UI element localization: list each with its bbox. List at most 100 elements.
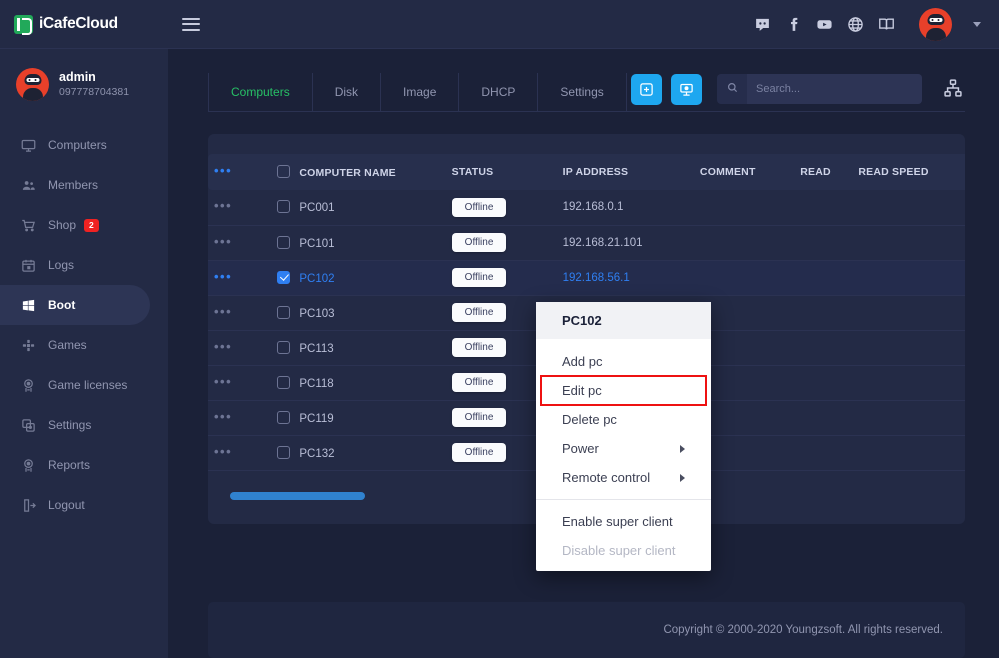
context-menu-item-remote-control[interactable]: Remote control [536, 463, 711, 492]
row-actions[interactable]: ••• [208, 260, 272, 296]
youtube-icon[interactable] [816, 16, 833, 33]
chevron-down-icon[interactable] [973, 21, 981, 27]
table-row[interactable]: ••• PC102 Offline 192.168.56.1 [208, 260, 965, 296]
header-actions[interactable]: ••• [208, 154, 272, 190]
header-status[interactable]: STATUS [445, 154, 557, 190]
scrollbar-thumb[interactable] [230, 492, 365, 500]
cell-status: Offline [445, 260, 557, 296]
row-dots-icon[interactable]: ••• [214, 305, 232, 318]
brand[interactable]: iCafeCloud [0, 0, 168, 49]
cell-computer-name[interactable]: PC118 [271, 365, 446, 401]
cell-computer-name[interactable]: PC119 [271, 400, 446, 436]
row-dots-icon[interactable]: ••• [214, 199, 232, 212]
context-menu-item-edit-pc[interactable]: Edit pc [540, 375, 707, 406]
topbar-avatar[interactable] [919, 7, 952, 41]
row-checkbox[interactable] [277, 305, 291, 319]
cell-read [794, 365, 853, 401]
row-dots-icon[interactable]: ••• [214, 340, 232, 353]
context-menu-item-label: Disable super client [562, 543, 676, 558]
sidebar-item-logs[interactable]: Logs [0, 245, 168, 285]
row-actions[interactable]: ••• [208, 295, 272, 331]
cell-computer-name[interactable]: PC101 [271, 225, 446, 261]
hamburger-icon[interactable] [182, 14, 200, 34]
sitemap-icon[interactable] [943, 78, 965, 100]
submenu-arrow-icon [680, 473, 685, 482]
tab-disk[interactable]: Disk [313, 73, 382, 111]
cell-computer-name[interactable]: PC103 [271, 295, 446, 331]
sidebar-item-label: Shop [48, 218, 77, 232]
sidebar-item-settings[interactable]: Settings [0, 405, 168, 445]
search-box[interactable] [717, 74, 922, 104]
row-actions[interactable]: ••• [208, 400, 272, 436]
topbar-right [754, 7, 981, 41]
row-dots-icon[interactable]: ••• [214, 410, 232, 423]
copy-settings-icon [20, 417, 36, 433]
cell-ip-address[interactable]: 192.168.56.1 [556, 260, 694, 296]
search-input[interactable] [747, 74, 922, 104]
context-menu-item-delete-pc[interactable]: Delete pc [536, 405, 711, 434]
sidebar-item-members[interactable]: Members [0, 165, 168, 205]
row-actions[interactable]: ••• [208, 330, 272, 366]
table-row[interactable]: ••• PC101 Offline 192.168.21.101 [208, 225, 965, 261]
row-checkbox[interactable] [277, 445, 291, 459]
row-dots-icon[interactable]: ••• [214, 375, 232, 388]
header-dots-icon[interactable]: ••• [214, 164, 232, 177]
add-computer-icon[interactable] [671, 73, 702, 105]
cell-computer-name[interactable]: PC102 [271, 260, 446, 296]
tab-settings[interactable]: Settings [538, 73, 627, 111]
header-comment[interactable]: COMMENT [693, 154, 795, 190]
book-icon[interactable] [878, 16, 895, 33]
row-dots-icon[interactable]: ••• [214, 445, 232, 458]
sidebar-item-computers[interactable]: Computers [0, 125, 168, 165]
facebook-icon[interactable] [785, 16, 802, 33]
cell-computer-name[interactable]: PC132 [271, 435, 446, 471]
row-checkbox[interactable] [277, 235, 291, 249]
select-all-checkbox[interactable] [277, 165, 291, 178]
row-checkbox[interactable] [277, 375, 291, 389]
header-write[interactable]: WRITE [963, 154, 965, 190]
row-dots-icon[interactable]: ••• [214, 235, 232, 248]
row-checkbox[interactable] [277, 270, 291, 284]
row-checkbox[interactable] [277, 410, 291, 424]
context-menu-item-power[interactable]: Power [536, 434, 711, 463]
tab-dhcp[interactable]: DHCP [459, 73, 539, 111]
add-square-icon[interactable] [631, 73, 662, 105]
cell-ip-address[interactable]: 192.168.0.1 [556, 190, 694, 226]
header-computer-name[interactable]: COMPUTER NAME [271, 154, 446, 190]
cell-read [794, 225, 853, 261]
computer-name-text: PC132 [299, 447, 335, 460]
footer: Copyright © 2000-2020 Youngzsoft. All ri… [208, 602, 965, 658]
cell-computer-name[interactable]: PC001 [271, 190, 446, 226]
row-checkbox[interactable] [277, 340, 291, 354]
header-read[interactable]: READ [794, 154, 853, 190]
context-menu-item-enable-super-client[interactable]: Enable super client [536, 507, 711, 536]
row-actions[interactable]: ••• [208, 435, 272, 471]
row-dots-icon[interactable]: ••• [214, 270, 232, 283]
row-actions[interactable]: ••• [208, 225, 272, 261]
sidebar-item-shop[interactable]: Shop 2 [0, 205, 168, 245]
header-ip-address[interactable]: IP ADDRESS [556, 154, 694, 190]
sidebar-item-logout[interactable]: Logout [0, 485, 168, 525]
context-menu-item-label: Enable super client [562, 514, 673, 529]
context-menu-item-add-pc[interactable]: Add pc [536, 347, 711, 376]
cell-write [963, 330, 965, 366]
sidebar-item-label: Games [48, 338, 87, 352]
row-checkbox[interactable] [277, 200, 291, 214]
sidebar-item-games[interactable]: Games [0, 325, 168, 365]
header-read-speed[interactable]: READ SPEED [852, 154, 964, 190]
cell-computer-name[interactable]: PC113 [271, 330, 446, 366]
discord-icon[interactable] [754, 16, 771, 33]
sidebar-item-reports[interactable]: Reports [0, 445, 168, 485]
row-actions[interactable]: ••• [208, 190, 272, 226]
cell-read [794, 330, 853, 366]
globe-icon[interactable] [847, 16, 864, 33]
tab-computers[interactable]: Computers [208, 73, 313, 111]
sidebar-user[interactable]: admin 097778704381 [0, 49, 168, 119]
sidebar-item-boot[interactable]: Boot [0, 285, 150, 325]
sidebar-user-name: admin [59, 69, 96, 84]
table-row[interactable]: ••• PC001 Offline 192.168.0.1 [208, 190, 965, 226]
cell-ip-address[interactable]: 192.168.21.101 [556, 225, 694, 261]
row-actions[interactable]: ••• [208, 365, 272, 401]
tab-image[interactable]: Image [381, 73, 460, 111]
sidebar-item-game-licenses[interactable]: Game licenses [0, 365, 168, 405]
